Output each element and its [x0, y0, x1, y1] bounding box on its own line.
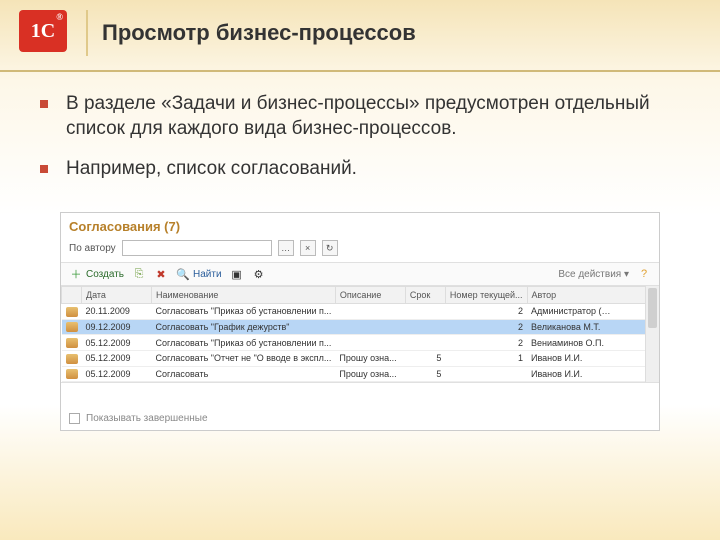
cell-desc [335, 304, 405, 320]
cell-author: Иванов И.И. [527, 366, 658, 382]
col-icon[interactable] [62, 287, 82, 304]
table-header-row: Дата Наименование Описание Срок Номер те… [62, 287, 659, 304]
all-actions-button[interactable]: Все действия ▾ [558, 269, 629, 280]
col-num[interactable]: Номер текущей... [445, 287, 527, 304]
col-date[interactable]: Дата [82, 287, 152, 304]
cell-due: 5 [405, 350, 445, 366]
cell-desc: Прошу озна... [335, 350, 405, 366]
app-screenshot: Согласования (7) По автору … × ↻ ＋ Созда… [60, 212, 660, 431]
toolbar: ＋ Создать ⎘ ✖ 🔍 Найти ▣ ⚙ Все действия ▾… [61, 263, 659, 286]
bullet-item: В разделе «Задачи и бизнес-процессы» пре… [40, 92, 690, 141]
plus-icon: ＋ [69, 267, 83, 281]
cell-name: Согласовать "Приказ об установлении п... [152, 304, 336, 320]
filter-label: По автору [69, 243, 116, 254]
filter-input[interactable] [122, 240, 272, 256]
table-row[interactable]: 05.12.2009Согласовать "Отчет не "О вводе… [62, 350, 659, 366]
vertical-scrollbar[interactable] [645, 286, 659, 382]
cell-date: 20.11.2009 [82, 304, 152, 320]
cell-desc: Прошу озна... [335, 366, 405, 382]
table-row[interactable]: 05.12.2009СогласоватьПрошу озна...5 Ивано… [62, 366, 659, 382]
help-icon[interactable]: ? [637, 267, 651, 281]
cell-author: Иванов И.И. [527, 350, 658, 366]
bullet-marker [40, 100, 48, 108]
row-icon [66, 322, 78, 332]
cell-author: Администратор (… [527, 304, 658, 320]
data-table: Дата Наименование Описание Срок Номер те… [61, 286, 659, 382]
cell-author: Вениаминов О.П. [527, 335, 658, 351]
cell-date: 05.12.2009 [82, 335, 152, 351]
cell-due [405, 335, 445, 351]
bullet-text: Например, список согласований. [66, 157, 357, 182]
table-container: Дата Наименование Описание Срок Номер те… [61, 286, 659, 382]
bullet-marker [40, 165, 48, 173]
copy-icon[interactable]: ⎘ [132, 267, 146, 281]
table-row[interactable]: 09.12.2009Согласовать "График дежурств" 2… [62, 319, 659, 335]
cell-author: Великанова М.Т. [527, 319, 658, 335]
show-completed-checkbox[interactable] [69, 413, 80, 424]
logo: 1С [0, 10, 86, 56]
cell-date: 09.12.2009 [82, 319, 152, 335]
cell-num [445, 366, 527, 382]
col-name[interactable]: Наименование [152, 287, 336, 304]
cell-num: 2 [445, 319, 527, 335]
filter-pick-icon[interactable]: … [278, 240, 294, 256]
filter-bar: По автору … × ↻ [61, 236, 659, 263]
find-label: Найти [193, 269, 222, 280]
scrollbar-thumb[interactable] [648, 288, 657, 328]
cell-due [405, 304, 445, 320]
find-button[interactable]: 🔍 Найти [176, 267, 222, 281]
delete-icon[interactable]: ✖ [154, 267, 168, 281]
filter-refresh-icon[interactable]: ↻ [322, 240, 338, 256]
cell-name: Согласовать "Отчет не "О вводе в экспл..… [152, 350, 336, 366]
filter-clear-icon[interactable]: × [300, 240, 316, 256]
filter-icon[interactable]: ▣ [230, 267, 244, 281]
cell-name: Согласовать "Приказ об установлении п... [152, 335, 336, 351]
window-title: Согласования (7) [61, 213, 659, 236]
bullet-text: В разделе «Задачи и бизнес-процессы» пре… [66, 92, 690, 141]
table-row[interactable]: 20.11.2009Согласовать "Приказ об установ… [62, 304, 659, 320]
cell-num: 1 [445, 350, 527, 366]
cell-desc [335, 319, 405, 335]
footer-bar: Показывать завершенные [61, 382, 659, 430]
cell-num: 2 [445, 304, 527, 320]
cell-desc [335, 335, 405, 351]
cell-date: 05.12.2009 [82, 350, 152, 366]
row-icon [66, 338, 78, 348]
bullet-list: В разделе «Задачи и бизнес-процессы» пре… [0, 78, 720, 208]
col-due[interactable]: Срок [405, 287, 445, 304]
row-icon [66, 354, 78, 364]
table-row[interactable]: 05.12.2009Согласовать "Приказ об установ… [62, 335, 659, 351]
all-actions-label: Все действия ▾ [558, 269, 629, 280]
cell-date: 05.12.2009 [82, 366, 152, 382]
cell-num: 2 [445, 335, 527, 351]
footer-label: Показывать завершенные [86, 413, 208, 424]
create-button[interactable]: ＋ Создать [69, 267, 124, 281]
cell-name: Согласовать "График дежурств" [152, 319, 336, 335]
search-icon: 🔍 [176, 267, 190, 281]
create-label: Создать [86, 269, 124, 280]
cell-name: Согласовать [152, 366, 336, 382]
divider [86, 10, 88, 56]
row-icon [66, 369, 78, 379]
bullet-item: Например, список согласований. [40, 157, 690, 182]
col-author[interactable]: Автор [527, 287, 658, 304]
settings-icon[interactable]: ⚙ [252, 267, 266, 281]
row-icon [66, 307, 78, 317]
slide-header: 1С Просмотр бизнес-процессов [0, 0, 720, 72]
col-desc[interactable]: Описание [335, 287, 405, 304]
slide-title: Просмотр бизнес-процессов [102, 20, 416, 46]
logo-1c: 1С [19, 10, 67, 52]
cell-due [405, 319, 445, 335]
cell-due: 5 [405, 366, 445, 382]
